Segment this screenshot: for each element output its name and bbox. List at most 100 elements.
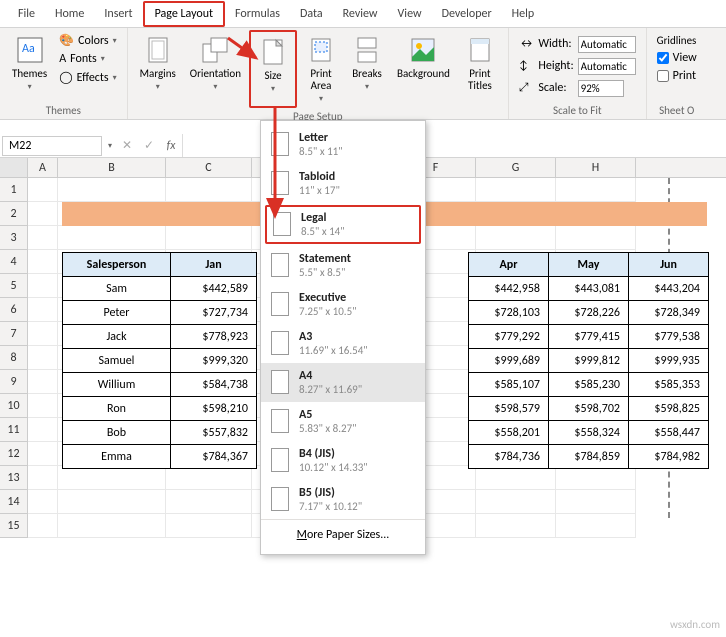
cell[interactable] <box>28 418 58 442</box>
print-titles-button[interactable]: Print Titles <box>458 30 502 108</box>
cell[interactable] <box>28 298 58 322</box>
cell[interactable] <box>58 226 166 250</box>
table-cell[interactable]: Emma <box>63 445 171 469</box>
table-cell[interactable]: $727,734 <box>171 301 257 325</box>
size-option-b4-jis-[interactable]: B4 (JIS)10.12" x 14.33" <box>261 441 425 480</box>
table-cell[interactable]: Sam <box>63 277 171 301</box>
table-cell[interactable]: $598,210 <box>171 397 257 421</box>
row-header[interactable]: 4 <box>0 250 27 274</box>
table-cell[interactable]: $443,081 <box>549 277 629 301</box>
size-option-statement[interactable]: Statement5.5" x 8.5" <box>261 246 425 285</box>
table-cell[interactable]: $784,736 <box>469 445 549 469</box>
name-box[interactable] <box>2 136 102 156</box>
row-header[interactable]: 9 <box>0 370 27 394</box>
row-header[interactable]: 13 <box>0 466 27 490</box>
cell[interactable] <box>166 514 252 538</box>
fx-button[interactable]: fx <box>160 139 182 153</box>
tab-developer[interactable]: Developer <box>432 3 502 25</box>
row-header[interactable]: 14 <box>0 490 27 514</box>
column-header[interactable]: H <box>556 158 636 177</box>
table-cell[interactable]: $778,923 <box>171 325 257 349</box>
table-cell[interactable]: $779,415 <box>549 325 629 349</box>
table-cell[interactable]: $598,702 <box>549 397 629 421</box>
cell[interactable] <box>28 514 58 538</box>
background-button[interactable]: Background <box>391 30 456 108</box>
row-header[interactable]: 2 <box>0 202 27 226</box>
cell[interactable] <box>166 178 252 202</box>
size-option-executive[interactable]: Executive7.25" x 10.5" <box>261 285 425 324</box>
tab-page-layout[interactable]: Page Layout <box>143 1 225 27</box>
effects-button[interactable]: ◯Effects▾ <box>57 69 118 86</box>
size-option-b5-jis-[interactable]: B5 (JIS)7.17" x 10.12" <box>261 480 425 519</box>
table-cell[interactable]: $728,226 <box>549 301 629 325</box>
scale-input[interactable] <box>578 80 624 97</box>
column-header[interactable]: C <box>166 158 252 177</box>
cell[interactable] <box>28 394 58 418</box>
table-cell[interactable]: $585,230 <box>549 373 629 397</box>
cell[interactable] <box>58 490 166 514</box>
table-cell[interactable]: Willium <box>63 373 171 397</box>
row-header[interactable]: 1 <box>0 178 27 202</box>
cell[interactable] <box>556 514 636 538</box>
table-cell[interactable]: $558,447 <box>629 421 709 445</box>
column-header[interactable]: A <box>28 158 58 177</box>
tab-insert[interactable]: Insert <box>94 3 142 25</box>
table-cell[interactable]: $585,107 <box>469 373 549 397</box>
table-cell[interactable]: Peter <box>63 301 171 325</box>
themes-button[interactable]: Aa Themes ▾ <box>6 30 53 102</box>
view-checkbox[interactable]: View <box>655 49 699 67</box>
tab-formulas[interactable]: Formulas <box>225 3 290 25</box>
row-header[interactable]: 3 <box>0 226 27 250</box>
cell[interactable] <box>28 370 58 394</box>
size-option-a5[interactable]: A55.83" x 8.27" <box>261 402 425 441</box>
table-cell[interactable]: $598,825 <box>629 397 709 421</box>
table-cell[interactable]: Ron <box>63 397 171 421</box>
cell[interactable] <box>28 466 58 490</box>
tab-file[interactable]: File <box>8 3 45 25</box>
row-header[interactable]: 15 <box>0 514 27 538</box>
table-cell[interactable]: $443,204 <box>629 277 709 301</box>
row-header[interactable]: 11 <box>0 418 27 442</box>
size-option-a3[interactable]: A311.69" x 16.54" <box>261 324 425 363</box>
cell[interactable] <box>28 490 58 514</box>
tab-home[interactable]: Home <box>45 3 94 25</box>
table-cell[interactable]: $784,859 <box>549 445 629 469</box>
table-cell[interactable]: $585,353 <box>629 373 709 397</box>
cell[interactable] <box>166 466 252 490</box>
table-cell[interactable]: $728,103 <box>469 301 549 325</box>
cell[interactable] <box>28 226 58 250</box>
row-header[interactable]: 5 <box>0 274 27 298</box>
cell[interactable] <box>28 442 58 466</box>
size-option-letter[interactable]: Letter8.5" x 11" <box>261 125 425 164</box>
more-paper-sizes[interactable]: More Paper Sizes... <box>261 519 425 550</box>
table-cell[interactable]: $779,538 <box>629 325 709 349</box>
row-header[interactable]: 12 <box>0 442 27 466</box>
table-cell[interactable]: $442,958 <box>469 277 549 301</box>
tab-review[interactable]: Review <box>333 3 388 25</box>
colors-button[interactable]: 🎨Colors▾ <box>57 32 118 49</box>
cell[interactable] <box>58 466 166 490</box>
tab-help[interactable]: Help <box>502 3 545 25</box>
cell[interactable] <box>476 226 556 250</box>
cell[interactable] <box>28 178 58 202</box>
cell[interactable] <box>476 178 556 202</box>
table-cell[interactable]: $558,324 <box>549 421 629 445</box>
fx-cancel-icon[interactable]: ✕ <box>116 138 138 153</box>
cell[interactable] <box>556 226 636 250</box>
table-cell[interactable]: Samuel <box>63 349 171 373</box>
margins-button[interactable]: Margins▾ <box>134 30 182 108</box>
select-all-corner[interactable] <box>0 158 28 177</box>
table-cell[interactable]: $598,579 <box>469 397 549 421</box>
table-cell[interactable]: $784,982 <box>629 445 709 469</box>
size-option-a4[interactable]: A48.27" x 11.69" <box>261 363 425 402</box>
cell[interactable] <box>28 274 58 298</box>
table-cell[interactable]: $779,292 <box>469 325 549 349</box>
table-cell[interactable]: $784,367 <box>171 445 257 469</box>
cell[interactable] <box>58 514 166 538</box>
cell[interactable] <box>476 514 556 538</box>
print-checkbox[interactable]: Print <box>655 67 699 85</box>
cell[interactable] <box>28 250 58 274</box>
cell[interactable] <box>476 466 556 490</box>
table-cell[interactable]: $999,935 <box>629 349 709 373</box>
table-cell[interactable]: $999,320 <box>171 349 257 373</box>
